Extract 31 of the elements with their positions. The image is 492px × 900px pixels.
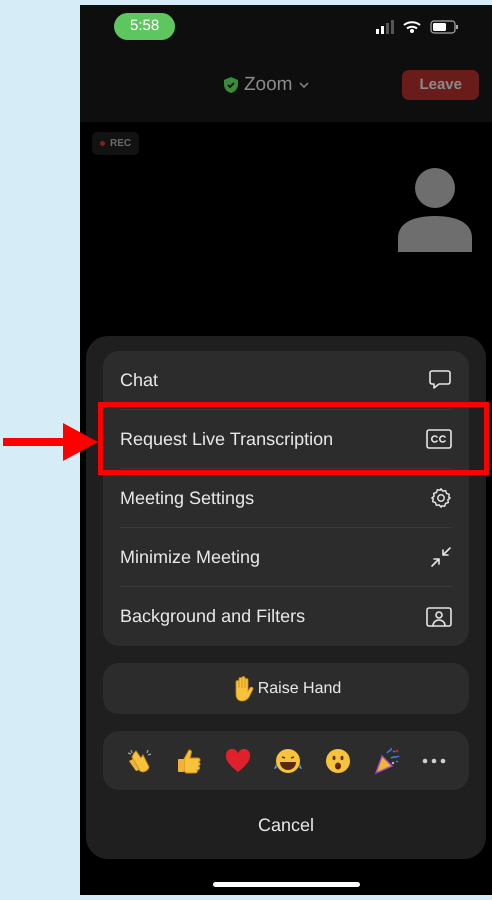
- shield-check-icon: [224, 77, 238, 93]
- avatar-silhouette-icon: [398, 168, 472, 252]
- menu-item[interactable]: Chat: [120, 351, 452, 410]
- menu-item-label: Background and Filters: [120, 605, 306, 628]
- closed-captions-icon: [426, 429, 452, 449]
- menu-item-label: Request Live Transcription: [120, 428, 334, 451]
- raise-hand-button[interactable]: Raise Hand: [103, 663, 469, 714]
- laughing-face-icon[interactable]: [272, 746, 303, 774]
- recording-label: REC: [110, 137, 132, 151]
- chevron-down-icon[interactable]: [298, 82, 309, 88]
- menu-item[interactable]: Meeting Settings: [120, 469, 452, 528]
- menu-item-label: Minimize Meeting: [120, 546, 260, 569]
- menu-item[interactable]: Minimize Meeting: [120, 528, 452, 587]
- signal-icon: [376, 19, 394, 34]
- minimize-arrows-icon: [430, 546, 452, 568]
- surprised-face-icon[interactable]: [324, 746, 352, 774]
- person-frame-icon: [426, 606, 452, 626]
- cancel-button[interactable]: Cancel: [258, 812, 314, 839]
- chat-bubble-icon: [428, 369, 452, 391]
- more-icon[interactable]: [422, 758, 446, 764]
- heart-icon[interactable]: [224, 746, 252, 774]
- settings-icon: [430, 487, 452, 509]
- party-popper-icon[interactable]: [373, 746, 402, 774]
- wifi-icon: [403, 20, 421, 33]
- menu-item[interactable]: Request Live Transcription: [120, 410, 452, 469]
- clock-time: 5:58: [114, 13, 176, 40]
- menu-item[interactable]: Background and Filters: [120, 587, 452, 646]
- menu-item-label: Meeting Settings: [120, 486, 254, 510]
- menu-item-label: Chat: [120, 368, 158, 392]
- meeting-title[interactable]: Zoom: [244, 70, 293, 100]
- battery-icon: [430, 20, 458, 34]
